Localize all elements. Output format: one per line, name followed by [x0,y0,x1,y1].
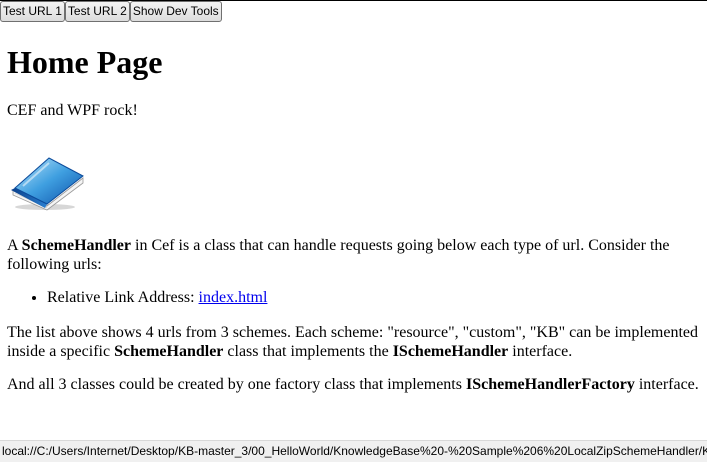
bold-term: SchemeHandler [21,237,131,254]
page-title: Home Page [7,44,163,80]
browser-content: Home Page CEF and WPF rock! A SchemeHand… [7,22,703,432]
factory-paragraph: And all 3 classes could be created by on… [7,375,703,394]
text-span: class that implements the [223,343,393,360]
test-url-2-button[interactable]: Test URL 2 [64,1,130,22]
status-bar-url: local://C:/Users/Internet/Desktop/KB-mas… [0,440,707,462]
intro-text: CEF and WPF rock! [7,102,138,119]
bold-term: SchemeHandler [114,343,224,360]
book-icon [11,157,84,211]
index-link[interactable]: index.html [199,289,268,306]
show-dev-tools-button[interactable]: Show Dev Tools [129,1,222,22]
text-span: interface. [508,343,573,360]
bold-term: ISchemeHandlerFactory [465,376,635,393]
toolbar: Test URL 1 Test URL 2 Show Dev Tools [0,1,222,22]
list-item: Relative Link Address: index.html [47,288,267,307]
text-span: And all 3 classes could be created by on… [7,376,466,393]
bold-term: ISchemeHandler [392,343,509,360]
text-span: A [7,237,22,254]
url-list: Relative Link Address: index.html [7,288,267,307]
scheme-handler-paragraph: A SchemeHandler in Cef is a class that c… [7,236,703,274]
text-span: interface. [634,376,699,393]
test-url-1-button[interactable]: Test URL 1 [0,1,65,22]
list-item-label: Relative Link Address: [47,289,199,306]
schemes-paragraph: The list above shows 4 urls from 3 schem… [7,323,703,361]
